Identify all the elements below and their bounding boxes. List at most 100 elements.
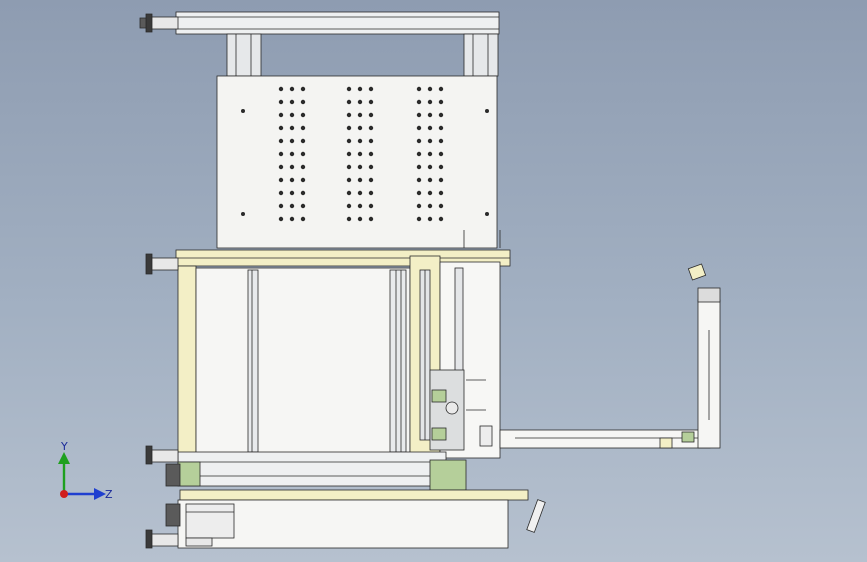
plate-hole bbox=[300, 112, 306, 118]
plate-hole bbox=[438, 138, 444, 144]
plate-hole bbox=[346, 151, 352, 157]
plate-hole bbox=[357, 177, 363, 183]
plate-hole bbox=[346, 86, 352, 92]
plate-hole bbox=[357, 190, 363, 196]
plate-hole bbox=[368, 125, 374, 131]
side-arm bbox=[499, 263, 721, 449]
plate-hole bbox=[368, 151, 374, 157]
plate-hole bbox=[300, 190, 306, 196]
plate-hole bbox=[300, 164, 306, 170]
plate-hole bbox=[300, 125, 306, 131]
plate-hole bbox=[289, 177, 295, 183]
plate-hole bbox=[346, 190, 352, 196]
plate-hole bbox=[357, 112, 363, 118]
mounting-hole bbox=[241, 109, 245, 113]
plate-hole bbox=[357, 151, 363, 157]
plate-hole bbox=[427, 112, 433, 118]
plate-hole bbox=[416, 125, 422, 131]
plate-hole bbox=[368, 164, 374, 170]
plate-hole bbox=[416, 177, 422, 183]
plate-hole bbox=[346, 177, 352, 183]
plate-hole bbox=[368, 86, 374, 92]
plate-hole bbox=[289, 99, 295, 105]
plate-hole bbox=[357, 86, 363, 92]
plate-hole bbox=[416, 86, 422, 92]
plate-hole bbox=[438, 112, 444, 118]
plate-hole bbox=[416, 216, 422, 222]
plate-hole bbox=[289, 164, 295, 170]
plate-hole bbox=[346, 99, 352, 105]
plate-hole bbox=[427, 138, 433, 144]
plate-hole bbox=[300, 216, 306, 222]
plate-hole bbox=[278, 86, 284, 92]
plate-hole bbox=[289, 138, 295, 144]
vertical-mechanism bbox=[429, 261, 501, 459]
plate-hole bbox=[357, 203, 363, 209]
plate-hole bbox=[357, 99, 363, 105]
plate-hole bbox=[368, 99, 374, 105]
plate-hole bbox=[427, 164, 433, 170]
plate-hole bbox=[278, 203, 284, 209]
plate-hole bbox=[357, 216, 363, 222]
plate-hole bbox=[427, 203, 433, 209]
mounting-hole bbox=[485, 212, 489, 216]
plate-hole bbox=[346, 203, 352, 209]
plate-hole bbox=[278, 138, 284, 144]
plate-hole bbox=[368, 177, 374, 183]
plate-hole bbox=[368, 203, 374, 209]
plate-hole bbox=[438, 86, 444, 92]
plate-hole bbox=[278, 177, 284, 183]
mounting-hole bbox=[485, 109, 489, 113]
lower-assembly bbox=[177, 451, 546, 549]
plate-hole bbox=[368, 138, 374, 144]
plate-hole bbox=[438, 177, 444, 183]
plate-hole bbox=[300, 86, 306, 92]
plate-hole bbox=[357, 138, 363, 144]
plate-hole bbox=[289, 216, 295, 222]
plate-hole bbox=[300, 203, 306, 209]
plate-hole bbox=[278, 151, 284, 157]
plate-hole bbox=[289, 203, 295, 209]
plate-hole bbox=[300, 138, 306, 144]
plate-hole bbox=[278, 125, 284, 131]
plate-hole bbox=[289, 190, 295, 196]
plate-hole bbox=[416, 203, 422, 209]
plate-hole bbox=[427, 177, 433, 183]
plate-hole bbox=[427, 216, 433, 222]
plate-hole bbox=[438, 125, 444, 131]
plate-hole bbox=[357, 164, 363, 170]
top-beam bbox=[139, 11, 500, 35]
plate-hole bbox=[427, 125, 433, 131]
plate-hole bbox=[427, 190, 433, 196]
plate-hole bbox=[416, 112, 422, 118]
plate-hole bbox=[438, 151, 444, 157]
plate-hole bbox=[416, 151, 422, 157]
triad-z-label: Z bbox=[105, 488, 113, 501]
plate-hole bbox=[300, 177, 306, 183]
plate-hole bbox=[278, 216, 284, 222]
top-vertical-posts bbox=[226, 33, 499, 77]
leveling-feet bbox=[145, 253, 181, 549]
plate-hole bbox=[278, 112, 284, 118]
plate-hole bbox=[438, 190, 444, 196]
plate-hole bbox=[416, 190, 422, 196]
plate-hole bbox=[438, 164, 444, 170]
plate-hole bbox=[278, 190, 284, 196]
triad-y-label: Y bbox=[60, 440, 68, 453]
plate-hole bbox=[346, 216, 352, 222]
plate-hole bbox=[416, 164, 422, 170]
orientation-triad[interactable]: Y Z bbox=[48, 440, 118, 510]
plate-hole bbox=[368, 216, 374, 222]
plate-hole bbox=[416, 138, 422, 144]
plate-hole bbox=[289, 125, 295, 131]
plate-hole bbox=[289, 151, 295, 157]
cad-viewport[interactable] bbox=[0, 0, 867, 562]
triad-y-arrowhead bbox=[58, 452, 70, 464]
triad-origin bbox=[60, 490, 68, 498]
plate-hole bbox=[278, 164, 284, 170]
plate-hole bbox=[278, 99, 284, 105]
plate-hole bbox=[289, 86, 295, 92]
plate-hole bbox=[368, 190, 374, 196]
plate-hole bbox=[300, 99, 306, 105]
plate-hole bbox=[368, 112, 374, 118]
